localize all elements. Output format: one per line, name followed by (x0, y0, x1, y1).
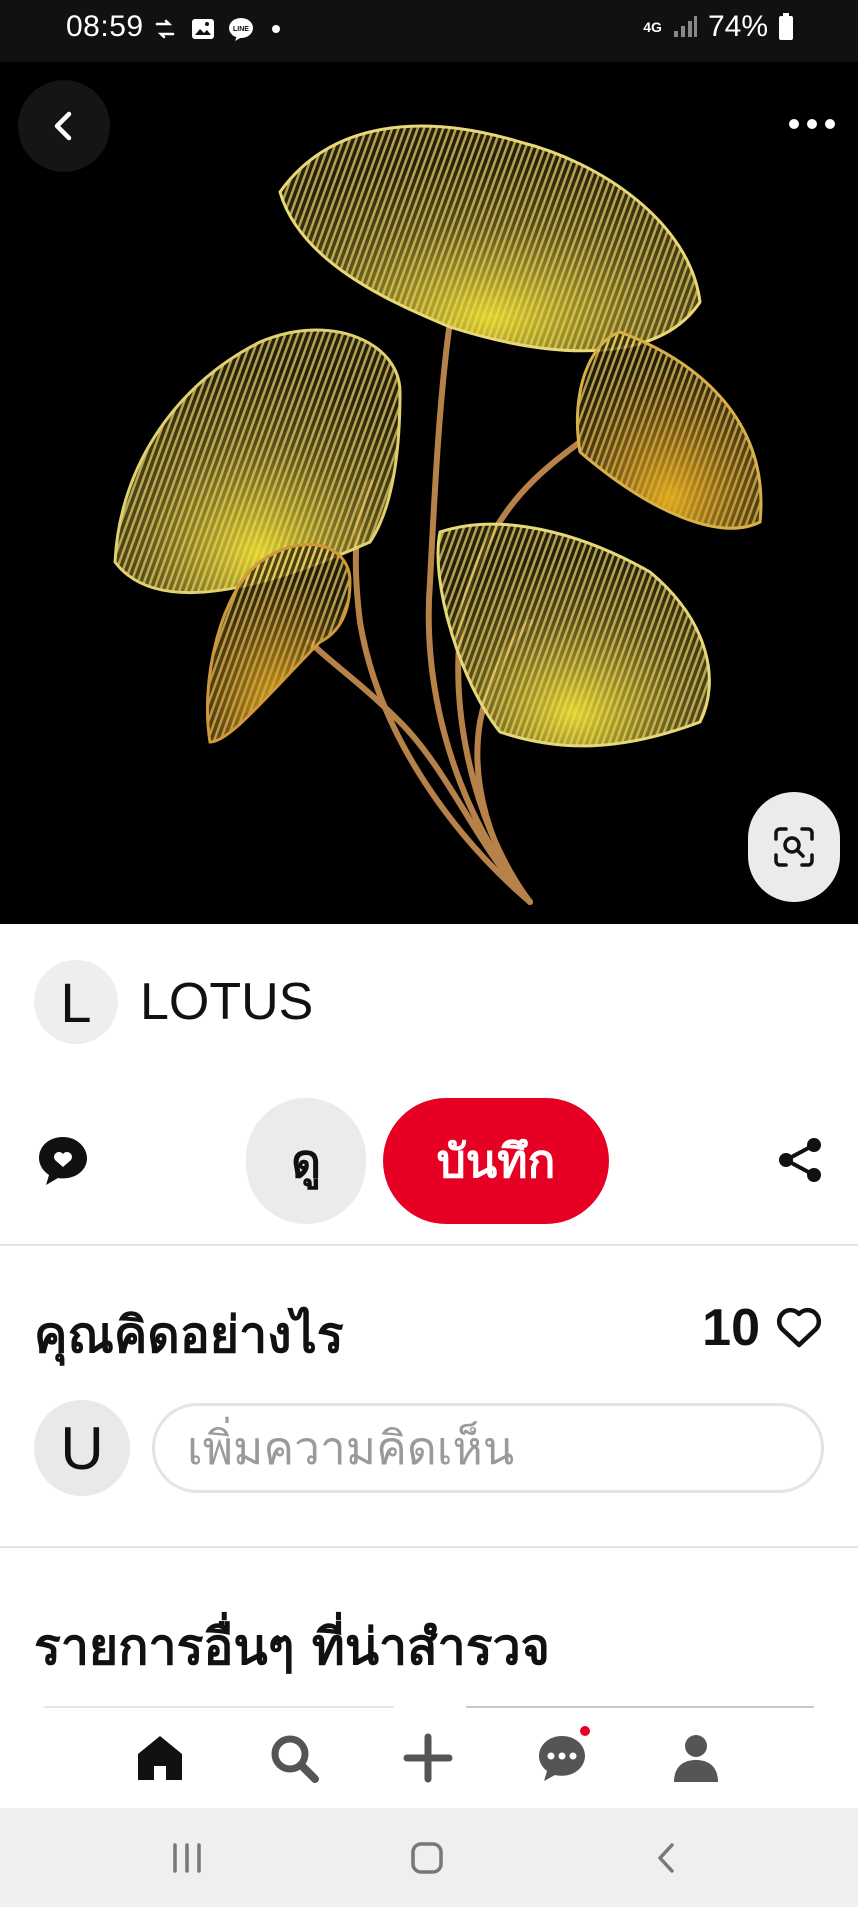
ginkgo-leaf-art (113, 124, 763, 905)
nav-search[interactable] (262, 1726, 326, 1790)
svg-text:LINE: LINE (233, 26, 249, 33)
status-notification-icons: LINE (152, 16, 280, 42)
creator-name[interactable]: LOTUS (140, 972, 313, 1032)
system-nav-bar (0, 1808, 858, 1907)
creator-row[interactable]: L LOTUS (34, 960, 313, 1044)
creator-avatar[interactable]: L (34, 960, 118, 1044)
profile-icon (674, 1735, 718, 1782)
comment-row: U เพิ่มความคิดเห็น (34, 1400, 824, 1496)
peek-card-left (44, 1706, 394, 1710)
back-system-button[interactable] (642, 1838, 692, 1878)
network-type: 4G (643, 18, 662, 35)
heart-icon[interactable] (776, 1307, 822, 1349)
share-icon[interactable] (776, 1136, 824, 1184)
search-icon (271, 1735, 319, 1783)
view-button[interactable]: ดู (246, 1098, 366, 1224)
lens-search-icon (774, 827, 814, 867)
likes[interactable]: 10 (702, 1298, 822, 1358)
action-bar: ดู บันทึก (0, 1098, 858, 1224)
chevron-left-icon (658, 1843, 674, 1873)
nav-home[interactable] (128, 1726, 192, 1790)
divider (0, 1546, 858, 1548)
likes-count: 10 (702, 1299, 760, 1357)
status-bar: 08:59 LINE 4G 74% (0, 0, 858, 62)
data-transfer-icon (155, 19, 175, 39)
nav-profile[interactable] (664, 1726, 728, 1790)
divider (0, 1244, 858, 1246)
comment-input[interactable]: เพิ่มความคิดเห็น (152, 1403, 824, 1493)
recent-apps-icon (173, 1843, 201, 1873)
comments-title: คุณคิดอย่างไร (34, 1306, 344, 1364)
home-square-icon (411, 1842, 443, 1874)
image-notification-icon (192, 19, 214, 39)
signal-icon (673, 16, 697, 37)
more-options-button[interactable] (780, 92, 844, 156)
save-button[interactable]: บันทึก (383, 1098, 609, 1224)
comment-heart-icon[interactable] (36, 1134, 90, 1188)
home-system-button[interactable] (402, 1838, 452, 1878)
user-avatar[interactable]: U (34, 1400, 130, 1496)
status-more-dot (272, 25, 280, 33)
visual-search-button[interactable] (748, 792, 840, 902)
battery-icon (779, 13, 793, 40)
line-notification-icon: LINE (229, 18, 253, 41)
notification-dot (578, 1724, 592, 1738)
home-icon (138, 1736, 182, 1780)
nav-messages[interactable] (530, 1724, 594, 1790)
status-right: 4G 74% (643, 10, 794, 44)
chevron-left-icon (54, 111, 72, 141)
back-button[interactable] (18, 80, 110, 172)
status-time: 08:59 (66, 10, 144, 43)
nav-create[interactable] (396, 1726, 460, 1790)
chat-bubble-icon (539, 1736, 585, 1781)
bottom-nav (0, 1712, 858, 1808)
peek-card-right (466, 1706, 814, 1710)
plus-icon (403, 1733, 453, 1783)
pin-image[interactable] (0, 62, 858, 924)
battery-percent: 74% (707, 10, 768, 43)
more-to-explore-title: รายการอื่นๆ ที่น่าสำรวจ (34, 1618, 550, 1676)
ellipsis-icon (789, 119, 835, 129)
recent-apps-button[interactable] (162, 1838, 212, 1878)
